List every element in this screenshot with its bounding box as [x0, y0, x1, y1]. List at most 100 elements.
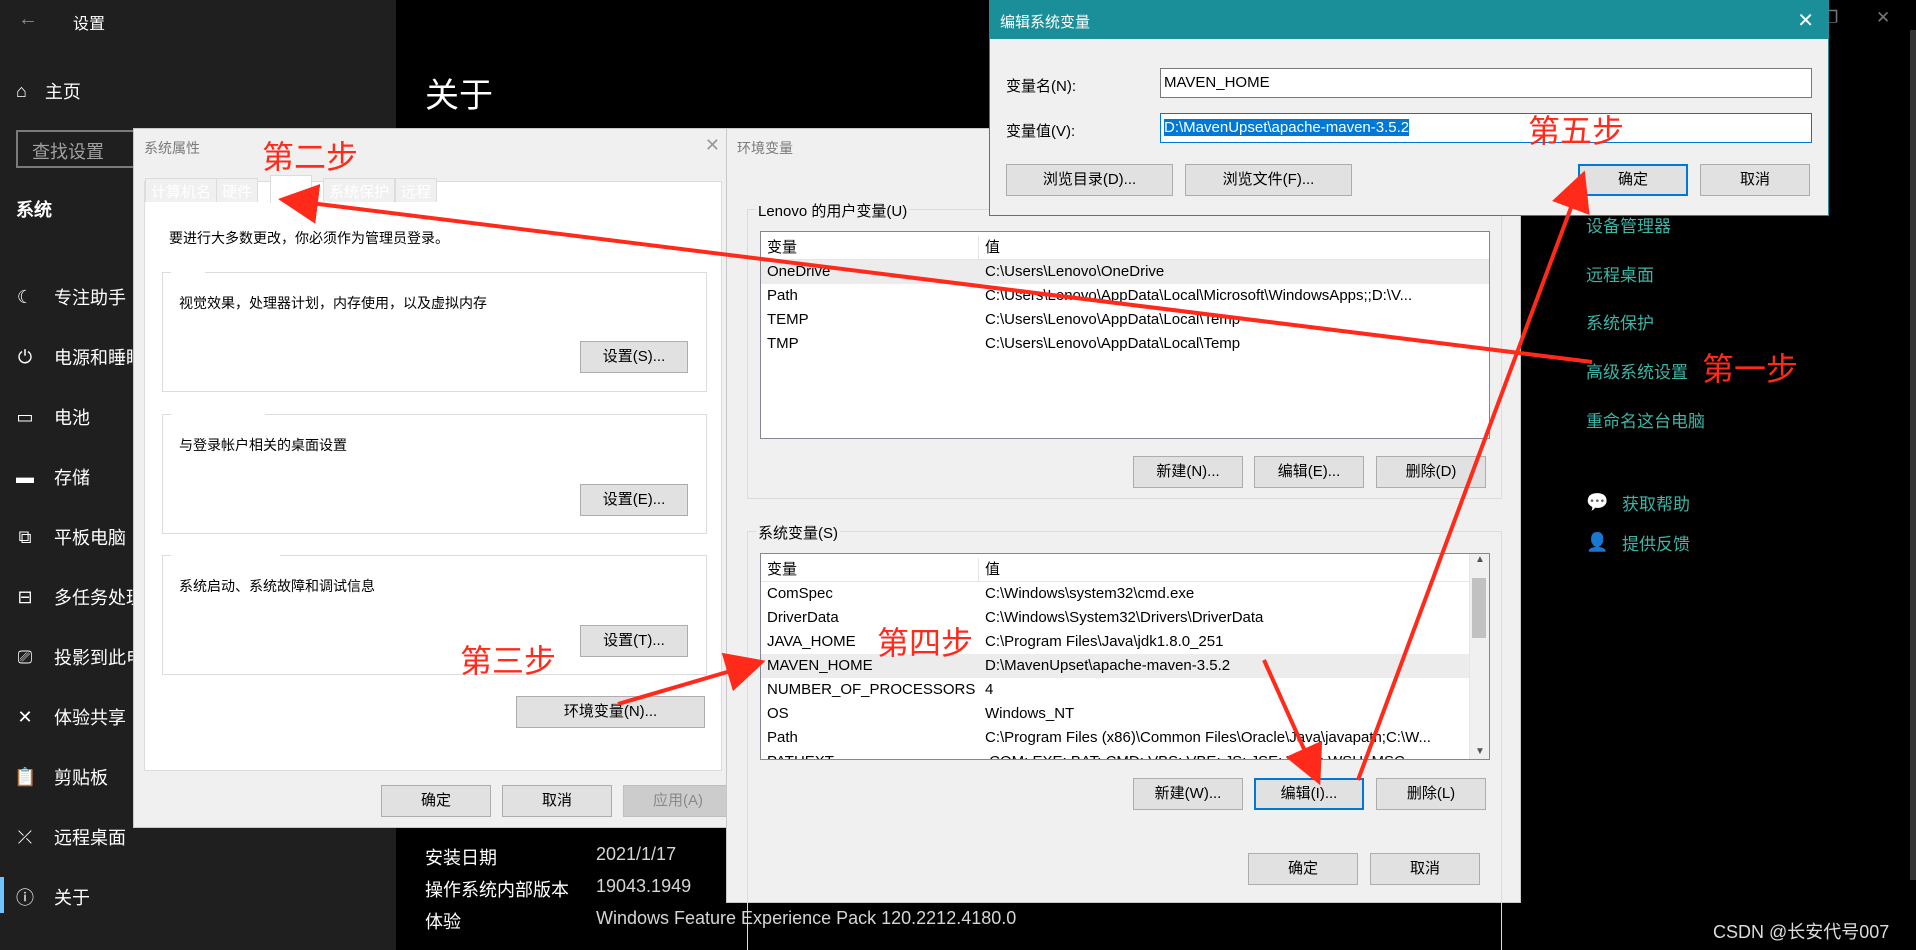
selected-text: D:\MavenUpset\apache-maven-3.5.2	[1164, 119, 1410, 136]
battery-icon: ▭	[16, 406, 34, 427]
group-desc: 视觉效果，处理器计划，内存使用，以及虚拟内存	[179, 295, 487, 311]
ok-button[interactable]: 确定	[381, 785, 491, 817]
user-profiles-settings-button[interactable]: 设置(E)...	[580, 484, 688, 516]
sidebar-item-remote-desktop[interactable]: ⤫ 远程桌面	[14, 824, 126, 850]
dialog-title: 编辑系统变量	[1000, 14, 1091, 31]
sidebar-item-shared-experiences[interactable]: ✕ 体验共享	[14, 704, 126, 730]
dialog-title: 系统属性	[144, 140, 200, 156]
system-variables-list[interactable]: 变量 值 ComSpec C:\Windows\system32\cmd.exe…	[760, 553, 1490, 760]
env-ok-button[interactable]: 确定	[1248, 853, 1358, 885]
sidebar-item-label: 关于	[54, 888, 90, 908]
var-name: OneDrive	[767, 263, 831, 280]
sidebar-item-tablet[interactable]: ⧉ 平板电脑	[14, 524, 126, 550]
var-value: C:\Users\Lenovo\AppData\Local\Temp	[985, 311, 1241, 328]
group-startup-recovery: 启动和故障恢复 系统启动、系统故障和调试信息	[162, 546, 707, 675]
tab-advanced[interactable]: 高级	[270, 175, 313, 203]
column-header-value[interactable]: 值	[985, 558, 1000, 582]
give-feedback-link[interactable]: 👤 提供反馈	[1586, 530, 1690, 555]
list-item[interactable]: PATHEXT .COM;.EXE;.BAT;.CMD;.VBS;.VBE;.J…	[761, 750, 1489, 759]
tablet-icon: ⧉	[18, 526, 32, 547]
scroll-down-icon[interactable]: ▼	[1475, 746, 1485, 757]
var-name: Path	[767, 729, 798, 746]
list-item[interactable]: TMP C:\Users\Lenovo\AppData\Local\Temp	[761, 332, 1489, 356]
sidebar-item-home[interactable]: ⌂ 主页	[16, 78, 81, 104]
close-icon[interactable]: ✕	[705, 135, 720, 156]
variable-value-field[interactable]: D:\MavenUpset\apache-maven-3.5.2	[1160, 113, 1812, 143]
list-item[interactable]: Path C:\Program Files (x86)\Common Files…	[761, 726, 1489, 750]
scroll-up-icon[interactable]: ▲	[1475, 554, 1485, 565]
list-scrollbar[interactable]: ▲ ▼	[1469, 554, 1489, 759]
user-delete-button[interactable]: 删除(D)	[1376, 456, 1486, 488]
link-system-protection[interactable]: 系统保护	[1586, 309, 1654, 334]
performance-settings-button[interactable]: 设置(S)...	[580, 341, 688, 373]
settings-title: 设置	[73, 16, 106, 33]
sidebar-item-battery[interactable]: ▭ 电池	[14, 404, 90, 430]
list-item[interactable]: ComSpec C:\Windows\system32\cmd.exe	[761, 582, 1489, 606]
column-header-value[interactable]: 值	[985, 236, 1000, 260]
apply-button[interactable]: 应用(A)	[623, 785, 733, 817]
list-item[interactable]: OneDrive C:\Users\Lenovo\OneDrive	[761, 260, 1489, 284]
link-advanced-system-settings[interactable]: 高级系统设置	[1586, 358, 1688, 383]
list-item[interactable]: DriverData C:\Windows\System32\Drivers\D…	[761, 606, 1489, 630]
scroll-thumb[interactable]	[1472, 578, 1486, 638]
annotation-step4: 第四步	[877, 625, 974, 661]
browse-file-button[interactable]: 浏览文件(F)...	[1185, 164, 1352, 196]
edit-cancel-button[interactable]: 取消	[1700, 164, 1810, 196]
sidebar-item-multitasking[interactable]: ⊟ 多任务处理	[14, 584, 144, 610]
system-delete-button[interactable]: 删除(L)	[1376, 778, 1486, 810]
user-edit-button[interactable]: 编辑(E)...	[1254, 456, 1364, 488]
sidebar-item-label: 存储	[54, 468, 90, 488]
page-scrollbar[interactable]	[1910, 30, 1916, 880]
edit-ok-button[interactable]: 确定	[1578, 164, 1688, 196]
environment-variables-button[interactable]: 环境变量(N)...	[516, 696, 705, 728]
tab-hardware[interactable]: 硬件	[216, 178, 259, 202]
list-item[interactable]: JAVA_HOME C:\Program Files\Java\jdk1.8.0…	[761, 630, 1489, 654]
back-arrow-icon[interactable]: ←	[18, 8, 38, 31]
var-value: C:\Program Files (x86)\Common Files\Orac…	[985, 729, 1431, 746]
sidebar-item-about[interactable]: ⓘ 关于	[14, 884, 90, 910]
sidebar-item-label: 电源和睡眠	[54, 348, 144, 368]
sidebar-item-label: 平板电脑	[54, 528, 126, 548]
close-icon[interactable]: ✕	[1797, 8, 1814, 33]
tab-remote[interactable]: 远程	[395, 178, 438, 202]
column-header-variable[interactable]: 变量	[767, 236, 797, 260]
sidebar-item-focus-assist[interactable]: ☾ 专注助手	[14, 284, 126, 310]
tab-system-protection[interactable]: 系统保护	[323, 178, 396, 202]
browse-directory-button[interactable]: 浏览目录(D)...	[1006, 164, 1173, 196]
help-label: 提供反馈	[1622, 535, 1690, 554]
group-desc: 系统启动、系统故障和调试信息	[179, 578, 375, 594]
list-item[interactable]: NUMBER_OF_PROCESSORS 4	[761, 678, 1489, 702]
info-row-install-date: 安装日期 2021/1/17	[425, 844, 676, 870]
group-label: 系统变量(S)	[756, 522, 840, 543]
sidebar-item-storage[interactable]: ▬ 存储	[14, 464, 90, 490]
cancel-button[interactable]: 取消	[502, 785, 612, 817]
annotation-step2: 第二步	[262, 139, 359, 175]
search-input[interactable]: 查找设置	[16, 130, 136, 168]
moon-icon: ☾	[16, 286, 34, 307]
link-remote-desktop[interactable]: 远程桌面	[1586, 261, 1654, 286]
sidebar-item-clipboard[interactable]: 📋 剪贴板	[14, 764, 108, 790]
column-header-variable[interactable]: 变量	[767, 558, 797, 582]
list-item-selected[interactable]: MAVEN_HOME D:\MavenUpset\apache-maven-3.…	[761, 654, 1489, 678]
info-key: 操作系统内部版本	[425, 880, 569, 900]
user-variables-list[interactable]: 变量 值 OneDrive C:\Users\Lenovo\OneDrive P…	[760, 231, 1490, 439]
env-cancel-button[interactable]: 取消	[1370, 853, 1480, 885]
list-item[interactable]: TEMP C:\Users\Lenovo\AppData\Local\Temp	[761, 308, 1489, 332]
list-item[interactable]: OS Windows_NT	[761, 702, 1489, 726]
user-new-button[interactable]: 新建(N)...	[1133, 456, 1243, 488]
power-icon: ⏻	[17, 346, 33, 367]
var-value: C:\Windows\System32\Drivers\DriverData	[985, 609, 1264, 626]
close-icon[interactable]: ✕	[1876, 8, 1890, 28]
var-name: OS	[767, 705, 789, 722]
system-new-button[interactable]: 新建(W)...	[1133, 778, 1243, 810]
startup-recovery-settings-button[interactable]: 设置(T)...	[580, 625, 688, 657]
get-help-link[interactable]: 💬 获取帮助	[1586, 490, 1690, 515]
var-name: TEMP	[767, 311, 809, 328]
link-rename-pc[interactable]: 重命名这台电脑	[1586, 407, 1705, 432]
sidebar-item-power[interactable]: ⏻ 电源和睡眠	[14, 344, 144, 370]
variable-name-field[interactable]: MAVEN_HOME	[1160, 68, 1812, 98]
group-performance: 性能 视觉效果，处理器计划，内存使用，以及虚拟内存	[162, 263, 707, 392]
tab-computer-name[interactable]: 计算机名	[145, 178, 218, 202]
list-item[interactable]: Path C:\Users\Lenovo\AppData\Local\Micro…	[761, 284, 1489, 308]
system-edit-button[interactable]: 编辑(I)...	[1254, 778, 1364, 810]
